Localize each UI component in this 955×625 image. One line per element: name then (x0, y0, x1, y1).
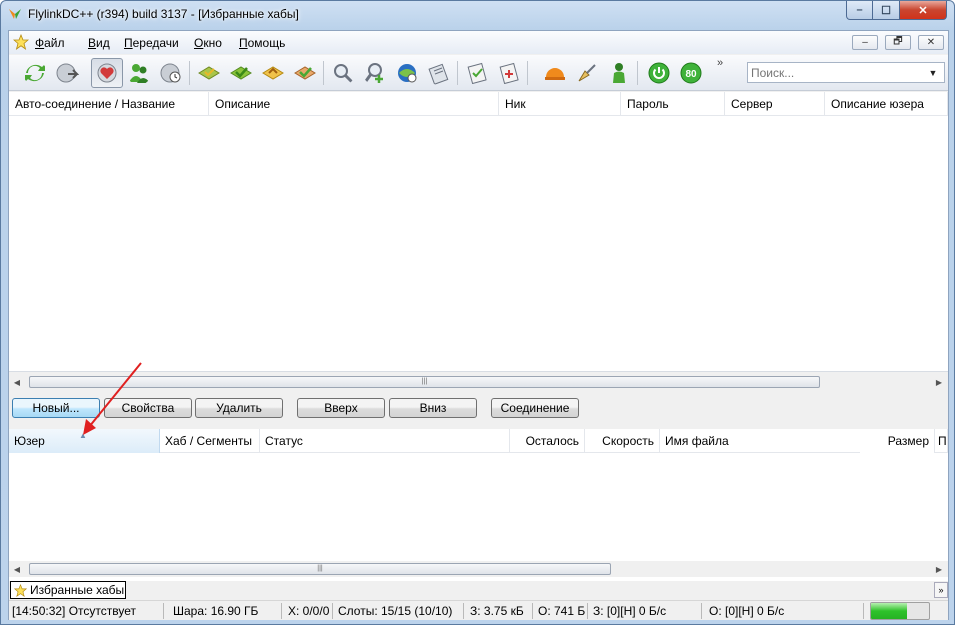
scroll-thumb[interactable]: ||| (29, 563, 611, 575)
toolbar-separator (189, 61, 190, 85)
status-uploaded: О: 741 Б (538, 604, 586, 618)
status-downloaded: З: 3.75 кБ (470, 604, 524, 618)
delete-button[interactable]: Удалить (195, 398, 283, 418)
transfers-scrollbar[interactable]: ◀ ||| ▶ (9, 561, 948, 577)
transfers-header: Юзер ▲ Хаб / Сегменты Статус Осталось Ск… (9, 429, 948, 453)
menu-view[interactable]: Вид (88, 36, 110, 50)
column-header-nick[interactable]: Ник (499, 92, 621, 116)
reconnect-icon[interactable] (23, 61, 47, 85)
column-header-password[interactable]: Пароль (621, 92, 725, 116)
status-bar: [14:50:32] Отсутствует Шара: 16.90 ГБ Х:… (9, 600, 948, 620)
activity-progress-bar (870, 602, 930, 620)
search-icon[interactable] (331, 61, 355, 85)
window-close-button[interactable]: ✕ (900, 1, 947, 20)
column-header-hub[interactable]: Хаб / Сегменты (160, 429, 260, 453)
scroll-thumb[interactable]: ||| (29, 376, 820, 388)
new-hub-button[interactable]: Новый... (12, 398, 100, 418)
adl-search-icon[interactable] (363, 61, 387, 85)
scroll-left-arrow[interactable]: ◀ (9, 374, 25, 390)
column-header-path[interactable]: П (935, 429, 948, 453)
scroll-left-arrow[interactable]: ◀ (9, 561, 25, 577)
toolbar-separator (637, 61, 638, 85)
follow-redirect-icon[interactable] (55, 61, 79, 85)
status-away: [14:50:32] Отсутствует (12, 604, 137, 618)
mdi-close-button[interactable]: ✕ (918, 35, 944, 50)
menu-transfers[interactable]: Передачи (124, 36, 179, 50)
finished-uploads-icon[interactable] (293, 61, 317, 85)
scroll-right-arrow[interactable]: ▶ (931, 374, 947, 390)
hub-actions-bar: Новый... Свойства Удалить Вверх Вниз Сое… (9, 393, 948, 429)
column-header-user[interactable]: Юзер ▲ (9, 429, 160, 453)
favorite-users-icon[interactable] (127, 61, 151, 85)
tab-label: Избранные хабы (30, 583, 125, 597)
power-icon[interactable] (647, 61, 671, 85)
star-icon (13, 34, 29, 50)
status-hubs: Х: 0/0/0 (288, 604, 330, 618)
move-up-button[interactable]: Вверх (297, 398, 385, 418)
status-download-speed: З: [0][Н] 0 Б/с (593, 604, 667, 618)
settings-check-icon[interactable] (465, 61, 489, 85)
menu-file[interactable]: Файл (35, 36, 65, 50)
toolbar-overflow-chevron[interactable]: » (717, 57, 723, 69)
window-minimize-button[interactable]: – (846, 1, 873, 20)
column-header-name[interactable]: Авто-соединение / Название (9, 92, 209, 116)
app-window: FlylinkDC++ (r394) build 3137 - [Избранн… (0, 0, 955, 625)
favorite-hubs-header: Авто-соединение / Название Описание Ник … (9, 92, 948, 116)
user-icon[interactable] (607, 61, 631, 85)
window-maximize-button[interactable]: ☐ (873, 1, 900, 20)
mdi-restore-button[interactable]: 🗗 (885, 35, 911, 50)
progress-fill (871, 603, 907, 619)
sort-ascending-icon: ▲ (79, 431, 87, 440)
finished-downloads-icon[interactable] (229, 61, 253, 85)
column-header-remaining[interactable]: Осталось (510, 429, 585, 453)
mdi-tab-strip: Избранные хабы » (9, 581, 948, 599)
toolbar-separator (457, 61, 458, 85)
client-area: Файл Вид Передачи Окно Помощь – 🗗 ✕ 80 »… (8, 30, 949, 620)
favorite-hubs-icon[interactable] (95, 61, 119, 85)
queue-icon[interactable] (197, 61, 221, 85)
status-slots: Слоты: 15/15 (10/10) (338, 604, 453, 618)
mdi-minimize-button[interactable]: – (852, 35, 878, 50)
search-spy-icon[interactable] (395, 61, 419, 85)
scroll-right-arrow[interactable]: ▶ (931, 561, 947, 577)
connect-button[interactable]: Соединение (491, 398, 579, 418)
transfers-table[interactable]: Юзер ▲ Хаб / Сегменты Статус Осталось Ск… (9, 429, 948, 581)
toolbar: 80 » ▼ (9, 55, 948, 91)
quick-search-box[interactable]: ▼ (747, 62, 945, 83)
upload-queue-icon[interactable] (261, 61, 285, 85)
system-log-icon[interactable] (543, 61, 567, 85)
toolbar-separator (323, 61, 324, 85)
status-upload-speed: О: [0][Н] 0 Б/с (709, 604, 785, 618)
title-bar[interactable]: FlylinkDC++ (r394) build 3137 - [Избранн… (1, 1, 954, 29)
column-header-server[interactable]: Сервер (725, 92, 825, 116)
settings-add-icon[interactable] (497, 61, 521, 85)
star-icon (14, 583, 27, 597)
favorite-hubs-scrollbar[interactable]: ◀ ||| ▶ (9, 374, 948, 390)
column-header-user-description[interactable]: Описание юзера (825, 92, 948, 116)
column-header-description[interactable]: Описание (209, 92, 499, 116)
speed-limit-icon[interactable]: 80 (679, 61, 703, 85)
svg-text:80: 80 (685, 69, 697, 80)
toolbar-separator (527, 61, 528, 85)
clean-icon[interactable] (575, 61, 599, 85)
recent-hubs-icon[interactable] (159, 61, 183, 85)
menu-window[interactable]: Окно (194, 36, 222, 50)
column-header-status[interactable]: Статус (260, 429, 510, 453)
move-down-button[interactable]: Вниз (389, 398, 477, 418)
flylink-logo-icon (9, 9, 21, 19)
column-header-speed[interactable]: Скорость (585, 429, 660, 453)
properties-button[interactable]: Свойства (104, 398, 192, 418)
status-share: Шара: 16.90 ГБ (173, 604, 259, 618)
menu-help[interactable]: Помощь (239, 36, 285, 50)
quick-search-input[interactable] (748, 63, 924, 82)
menu-bar: Файл Вид Передачи Окно Помощь – 🗗 ✕ (9, 31, 948, 54)
chevron-down-icon[interactable]: ▼ (924, 68, 942, 78)
tab-favorite-hubs[interactable]: Избранные хабы (10, 581, 126, 599)
tab-scroll-button[interactable]: » (934, 582, 948, 598)
favorite-hubs-table[interactable]: Авто-соединение / Название Описание Ник … (9, 92, 948, 390)
window-title: FlylinkDC++ (r394) build 3137 - [Избранн… (28, 7, 299, 21)
notepad-icon[interactable] (427, 61, 451, 85)
column-header-size[interactable]: Размер (860, 429, 935, 453)
